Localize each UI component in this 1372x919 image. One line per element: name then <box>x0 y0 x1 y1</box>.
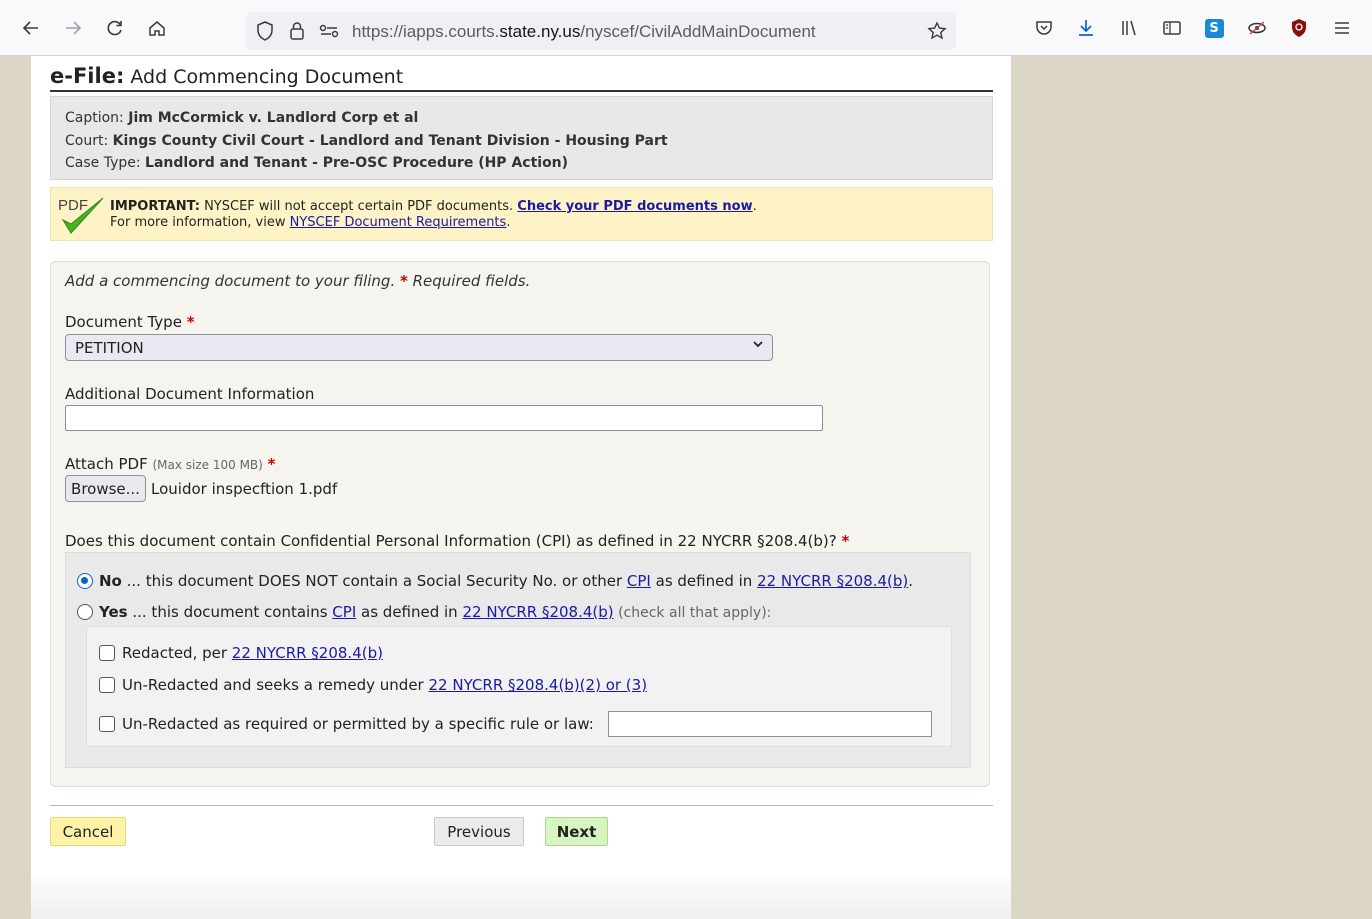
nycrr-link[interactable]: 22 NYCRR §208.4(b) <box>757 572 908 590</box>
period: . <box>506 215 511 230</box>
page-title: e-File: Add Commencing Document <box>50 64 993 92</box>
svg-text:PDF: PDF <box>58 197 88 214</box>
browse-button[interactable]: Browse... <box>65 475 146 502</box>
case-info-panel: Caption: Jim McCormick v. Landlord Corp … <box>50 96 993 180</box>
cpi-no-option[interactable]: No ... this document DOES NOT contain a … <box>77 572 913 590</box>
forward-icon[interactable] <box>59 14 87 42</box>
period: . <box>752 199 757 214</box>
library-icon[interactable] <box>1115 14 1143 42</box>
pocket-icon[interactable] <box>1030 14 1058 42</box>
form-intro: Add a commencing document to your filing… <box>65 272 531 290</box>
redacted-checkbox[interactable] <box>99 645 115 661</box>
unredacted-rule-checkbox[interactable] <box>99 716 115 732</box>
page-margin-left <box>0 56 31 919</box>
pdf-checkmark-icon: PDF <box>57 194 107 240</box>
cpi-question: Does this document contain Confidential … <box>65 532 850 550</box>
cpi-yes-suboptions: Redacted, per 22 NYCRR §208.4(b) Un-Reda… <box>86 626 952 747</box>
caption-line: Caption: Jim McCormick v. Landlord Corp … <box>65 110 419 126</box>
ublock-shield-icon[interactable] <box>1285 14 1313 42</box>
document-type-select[interactable]: PETITION <box>65 334 773 361</box>
remedy-link[interactable]: 22 NYCRR §208.4(b)(2) or (3) <box>429 676 648 694</box>
important-text: NYSCEF will not accept certain PDF docum… <box>199 199 518 214</box>
case-type-line: Case Type: Landlord and Tenant - Pre-OSC… <box>65 155 569 171</box>
nycrr-link[interactable]: 22 NYCRR §208.4(b) <box>462 603 613 621</box>
star-bookmark-icon[interactable] <box>927 21 947 41</box>
cpi-yes-option[interactable]: Yes ... this document contains CPI as de… <box>77 603 771 621</box>
download-icon[interactable] <box>1072 14 1100 42</box>
document-type-label: Document Type * <box>65 313 195 331</box>
additional-info-input[interactable] <box>65 405 823 431</box>
additional-info-label: Additional Document Information <box>65 385 315 403</box>
reload-icon[interactable] <box>101 14 129 42</box>
sidebar-icon[interactable] <box>1158 14 1186 42</box>
lock-icon[interactable] <box>287 21 307 41</box>
next-button[interactable]: Next <box>545 817 608 846</box>
unredacted-remedy-option[interactable]: Un-Redacted and seeks a remedy under 22 … <box>99 676 647 694</box>
attach-pdf-label: Attach PDF (Max size 100 MB) * <box>65 455 276 473</box>
url-text: https://iapps.courts.state.ny.us/nyscef/… <box>352 22 816 41</box>
url-bar[interactable]: https://iapps.courts.state.ny.us/nyscef/… <box>246 12 956 50</box>
chevron-down-icon <box>752 338 764 354</box>
browser-toolbar: https://iapps.courts.state.ny.us/nyscef/… <box>0 0 1372 56</box>
requirements-link[interactable]: NYSCEF Document Requirements <box>290 215 507 230</box>
selected-file-name: Louidor inspecftion 1.pdf <box>151 480 338 498</box>
cpi-link[interactable]: CPI <box>332 603 356 621</box>
cpi-link[interactable]: CPI <box>627 572 651 590</box>
divider <box>50 805 993 806</box>
permissions-icon[interactable] <box>319 21 339 41</box>
rule-or-law-input[interactable] <box>608 711 932 737</box>
yes-radio[interactable] <box>77 604 93 620</box>
more-info-text: For more information, view <box>110 215 290 230</box>
page-bottom <box>31 870 1011 919</box>
court-line: Court: Kings County Civil Court - Landlo… <box>65 132 668 149</box>
menu-icon[interactable] <box>1328 14 1356 42</box>
redacted-option[interactable]: Redacted, per 22 NYCRR §208.4(b) <box>99 644 383 662</box>
cancel-button[interactable]: Cancel <box>50 817 126 846</box>
back-icon[interactable] <box>17 14 45 42</box>
important-label: IMPORTANT: <box>110 199 200 214</box>
nycrr-link[interactable]: 22 NYCRR §208.4(b) <box>232 644 383 662</box>
s-extension-icon[interactable]: S <box>1200 14 1228 42</box>
page-margin-right <box>1011 56 1372 919</box>
unredacted-remedy-checkbox[interactable] <box>99 677 115 693</box>
home-icon[interactable] <box>143 14 171 42</box>
no-radio[interactable] <box>77 573 93 589</box>
pdf-notice: PDF IMPORTANT: NYSCEF will not accept ce… <box>50 187 993 241</box>
previous-button[interactable]: Previous <box>434 817 524 846</box>
shield-icon[interactable] <box>255 21 275 41</box>
cpi-options-panel: No ... this document DOES NOT contain a … <box>65 552 971 768</box>
unredacted-rule-option[interactable]: Un-Redacted as required or permitted by … <box>99 715 594 733</box>
eye-extension-icon[interactable] <box>1243 14 1271 42</box>
document-form: Add a commencing document to your filing… <box>50 261 990 787</box>
check-pdf-link[interactable]: Check your PDF documents now <box>517 199 752 214</box>
